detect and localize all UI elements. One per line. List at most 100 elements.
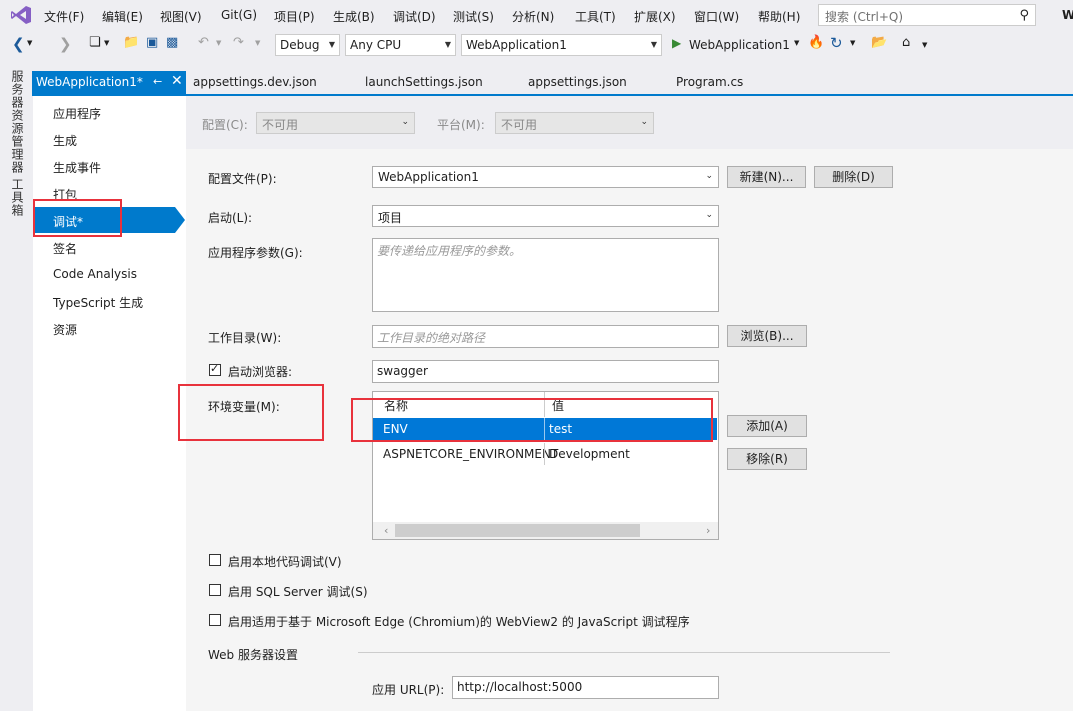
app-args-placeholder: 要传递给应用程序的参数。	[377, 244, 522, 258]
start-debug-label[interactable]: WebApplication1	[689, 38, 790, 52]
delete-profile-button[interactable]: 删除(D)	[814, 166, 893, 188]
menu-git[interactable]: Git(G)	[221, 8, 257, 22]
menu-view[interactable]: 视图(V)	[160, 8, 202, 25]
tab-webapplication1[interactable]: WebApplication1* ← ✕	[32, 71, 186, 94]
solution-platform-value: Any CPU	[350, 38, 402, 52]
env-row[interactable]: ASPNETCORE_ENVIRONMENT Development	[373, 443, 717, 465]
menu-debug[interactable]: 调试(D)	[393, 8, 436, 25]
visual-studio-logo-icon[interactable]	[10, 5, 32, 25]
open-folder-icon[interactable]: 📁	[123, 35, 139, 50]
app-url-input[interactable]: http://localhost:5000	[452, 676, 719, 699]
tab-appsettings[interactable]: appsettings.json	[528, 75, 627, 89]
highlight-env-row	[351, 398, 713, 442]
browser-link-icon[interactable]: ⌂	[902, 35, 910, 50]
nav-item-typescript-build[interactable]: TypeScript 生成	[53, 294, 143, 311]
nav-item-resources[interactable]: 资源	[53, 321, 77, 338]
undo-icon[interactable]: ↶	[198, 35, 209, 50]
tab-launchsettings[interactable]: launchSettings.json	[365, 75, 483, 89]
launch-browser-input[interactable]: swagger	[372, 360, 719, 383]
scroll-right-icon[interactable]: ›	[706, 524, 710, 537]
config-select: 不可用 ⌄	[256, 112, 415, 134]
chevron-down-icon: ⌄	[705, 210, 713, 220]
redo-icon[interactable]: ↷	[233, 35, 244, 50]
scroll-left-icon[interactable]: ‹	[384, 524, 388, 537]
startup-project-value: WebApplication1	[466, 38, 567, 52]
menu-extensions[interactable]: 扩展(X)	[634, 8, 676, 25]
add-env-button[interactable]: 添加(A)	[727, 415, 807, 437]
solution-config-select[interactable]: Debug ▼	[275, 34, 340, 56]
menu-analyze[interactable]: 分析(N)	[512, 8, 554, 25]
menu-help[interactable]: 帮助(H)	[758, 8, 800, 25]
nav-item-code-analysis[interactable]: Code Analysis	[53, 267, 137, 281]
refresh-icon[interactable]: ↻	[830, 34, 843, 52]
menu-tools[interactable]: 工具(T)	[575, 8, 616, 25]
grid-scroll-thumb[interactable]	[395, 524, 640, 537]
hot-reload-icon[interactable]: 🔥	[808, 35, 824, 50]
workdir-input[interactable]: 工作目录的绝对路径	[372, 325, 719, 348]
tab-label: WebApplication1*	[36, 75, 143, 89]
start-dropdown-icon[interactable]: ▼	[794, 39, 799, 47]
tab-program[interactable]: Program.cs	[676, 75, 743, 89]
browse-button[interactable]: 浏览(B)...	[727, 325, 807, 347]
native-debug-checkbox[interactable]	[209, 554, 221, 566]
args-label: 应用程序参数(G):	[208, 246, 303, 260]
env-row-name: ASPNETCORE_ENVIRONMENT	[383, 447, 559, 461]
new-profile-button[interactable]: 新建(N)...	[727, 166, 806, 188]
left-tool-strip: 服务器资源管理器 工具箱	[0, 62, 32, 711]
menu-window[interactable]: 窗口(W)	[694, 8, 739, 25]
search-icon[interactable]: ⚲	[1019, 8, 1029, 23]
save-icon[interactable]: ▣	[146, 35, 158, 50]
config-label: 配置(C):	[202, 118, 248, 132]
nav-item-signing[interactable]: 签名	[53, 240, 77, 257]
menu-edit[interactable]: 编辑(E)	[102, 8, 143, 25]
native-debug-label: 启用本地代码调试(V)	[228, 555, 342, 569]
save-all-icon[interactable]: ▩	[166, 35, 178, 50]
new-project-icon[interactable]: ❏	[89, 35, 101, 50]
app-url-value: http://localhost:5000	[457, 680, 583, 694]
forward-icon[interactable]: ❯	[59, 35, 72, 53]
solution-platform-select[interactable]: Any CPU ▼	[345, 34, 456, 56]
back-dropdown-icon[interactable]: ▼	[27, 39, 32, 47]
toolbox-tab[interactable]: 工具箱	[9, 178, 26, 217]
menu-project[interactable]: 项目(P)	[274, 8, 315, 25]
undo-dropdown-icon[interactable]: ▼	[216, 39, 221, 47]
toolbar-overflow-icon[interactable]: ▼	[922, 41, 927, 49]
search-placeholder: 搜索 (Ctrl+Q)	[825, 10, 904, 24]
close-icon[interactable]: ✕	[171, 73, 183, 89]
launch-browser-label: 启动浏览器:	[228, 365, 293, 379]
chevron-down-icon: ⌄	[640, 117, 648, 127]
menu-file[interactable]: 文件(F)	[44, 8, 84, 25]
chevron-down-icon: ▼	[444, 40, 451, 49]
chevron-down-icon: ⌄	[401, 117, 409, 127]
platform-label: 平台(M):	[437, 118, 485, 132]
redo-dropdown-icon[interactable]: ▼	[255, 39, 260, 47]
app-args-input[interactable]: 要传递给应用程序的参数。	[372, 238, 719, 312]
launch-browser-checkbox[interactable]	[209, 362, 221, 376]
profile-select[interactable]: WebApplication1 ⌄	[372, 166, 719, 188]
tab-appsettings-dev[interactable]: appsettings.dev.json	[193, 75, 317, 89]
solution-config-value: Debug	[280, 38, 320, 52]
nav-item-build-events[interactable]: 生成事件	[53, 159, 101, 176]
highlight-env-label	[178, 384, 324, 441]
start-debug-icon[interactable]: ▶	[672, 36, 681, 50]
nav-item-application[interactable]: 应用程序	[53, 105, 101, 122]
platform-select: 不可用 ⌄	[495, 112, 654, 134]
menu-test[interactable]: 测试(S)	[453, 8, 494, 25]
remove-env-button[interactable]: 移除(R)	[727, 448, 807, 470]
nav-item-build[interactable]: 生成	[53, 132, 77, 149]
menu-build[interactable]: 生成(B)	[333, 8, 375, 25]
startup-project-select[interactable]: WebApplication1 ▼	[461, 34, 662, 56]
back-icon[interactable]: ❮	[12, 35, 25, 53]
sql-debug-checkbox[interactable]	[209, 584, 221, 596]
webview2-debug-checkbox[interactable]	[209, 614, 221, 626]
server-explorer-tab[interactable]: 服务器资源管理器	[9, 70, 26, 174]
find-in-files-icon[interactable]: 📂	[871, 35, 887, 50]
launch-label: 启动(L):	[208, 211, 253, 225]
app-url-label: 应用 URL(P):	[372, 683, 445, 697]
new-dropdown-icon[interactable]: ▼	[104, 39, 109, 47]
pin-icon[interactable]: ←	[153, 75, 162, 88]
sql-debug-label: 启用 SQL Server 调试(S)	[228, 585, 368, 599]
launch-select[interactable]: 项目 ⌄	[372, 205, 719, 227]
search-input[interactable]: 搜索 (Ctrl+Q) ⚲	[818, 4, 1036, 26]
refresh-dropdown-icon[interactable]: ▼	[850, 39, 855, 47]
